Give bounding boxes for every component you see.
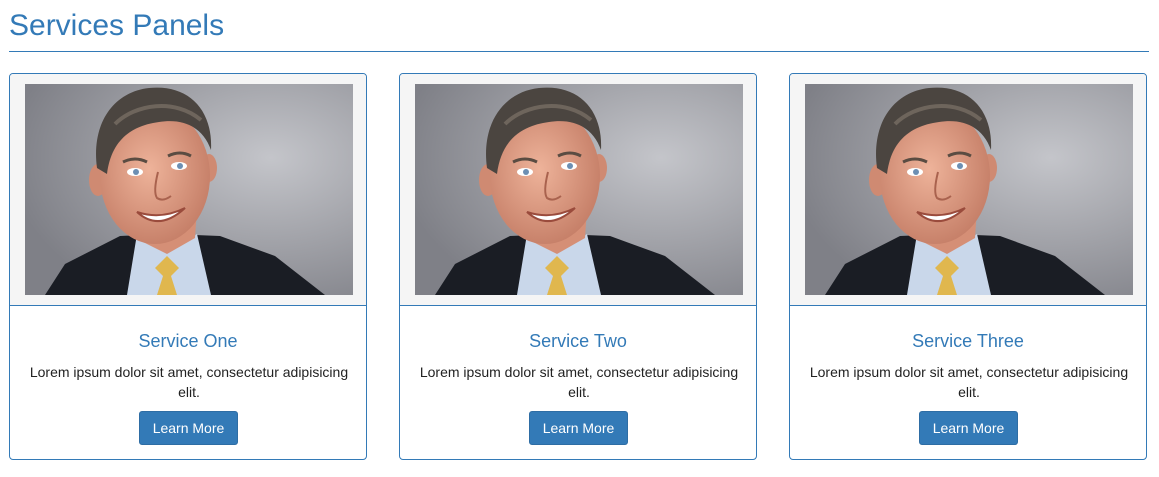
portrait-photo [805,84,1133,295]
panel-heading [790,74,1146,306]
service-panel-one: Service One Lorem ipsum dolor sit amet, … [9,73,367,460]
service-description: Lorem ipsum dolor sit amet, consectetur … [29,364,349,400]
portrait-photo [25,84,353,295]
service-description: Lorem ipsum dolor sit amet, consectetur … [419,364,739,400]
service-title: Service Three [912,331,1024,351]
page-title: Services Panels [9,9,225,42]
title-divider [9,51,1149,52]
service-description: Lorem ipsum dolor sit amet, consectetur … [809,364,1129,400]
learn-more-button[interactable]: Learn More [919,411,1018,445]
panel-heading [10,74,366,306]
panel-body: Service Three Lorem ipsum dolor sit amet… [790,306,1146,459]
panel-body: Service Two Lorem ipsum dolor sit amet, … [400,306,756,459]
service-title: Service Two [529,331,627,351]
learn-more-button[interactable]: Learn More [529,411,628,445]
service-panel-three: Service Three Lorem ipsum dolor sit amet… [789,73,1147,460]
panel-body: Service One Lorem ipsum dolor sit amet, … [10,306,366,459]
panel-heading [400,74,756,306]
service-title: Service One [138,331,238,351]
service-panel-two: Service Two Lorem ipsum dolor sit amet, … [399,73,757,460]
portrait-photo [415,84,743,295]
learn-more-button[interactable]: Learn More [139,411,238,445]
